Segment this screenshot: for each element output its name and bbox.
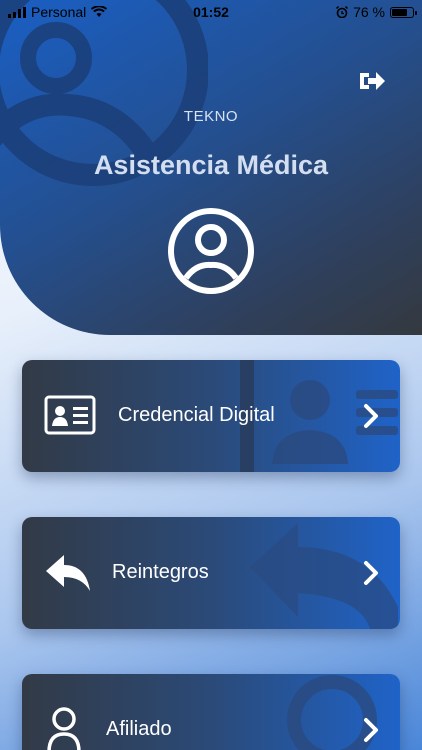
avatar: [168, 208, 254, 294]
battery-percent: 76 %: [353, 4, 385, 20]
card-background-user-icon: [287, 675, 377, 750]
status-bar: Personal 01:52 76 %: [0, 0, 422, 24]
chevron-right-icon: [364, 404, 378, 428]
user-icon: [47, 707, 81, 750]
battery-icon: [390, 6, 417, 18]
menu-item-label: Reintegros: [112, 561, 209, 583]
chevron-right-icon: [364, 561, 378, 585]
reply-arrow-icon: [46, 555, 90, 591]
menu-item-label: Afiliado: [106, 718, 172, 740]
menu-item-reintegros[interactable]: Reintegros: [22, 517, 400, 629]
menu-item-afiliado[interactable]: Afiliado: [22, 674, 400, 750]
header: TEKNO Asistencia Médica: [0, 0, 422, 335]
chevron-right-icon: [364, 718, 378, 742]
battery-level: [392, 8, 408, 16]
alarm-icon: [336, 6, 349, 18]
battery-status: 76 %: [336, 4, 417, 20]
menu-item-label: Credencial Digital: [118, 404, 275, 426]
menu-item-credencial-digital[interactable]: Credencial Digital: [22, 360, 400, 472]
id-card-icon: [44, 395, 96, 435]
page-title: Asistencia Médica: [93, 150, 329, 180]
company-name: TEKNO: [183, 108, 239, 125]
logout-icon[interactable]: [358, 68, 386, 94]
